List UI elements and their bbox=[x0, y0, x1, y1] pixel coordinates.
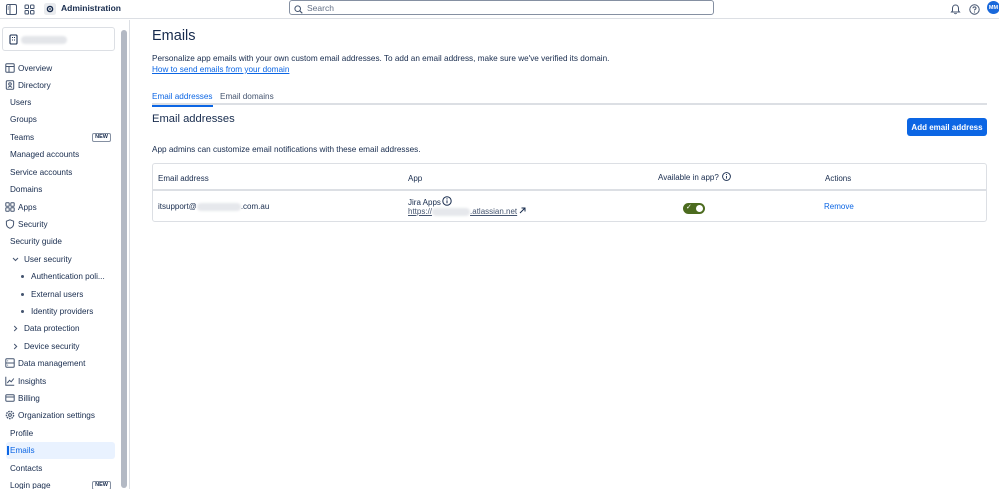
sidebar-item-contacts[interactable]: Contacts bbox=[0, 460, 115, 477]
sidebar-item-data-management[interactable]: Data management bbox=[0, 355, 115, 372]
app-title[interactable]: Administration bbox=[61, 3, 121, 13]
user-avatar[interactable]: MM bbox=[987, 1, 999, 14]
sidebar-item-teams[interactable]: Teams NEW bbox=[0, 129, 115, 146]
sidebar-item-user-security[interactable]: User security bbox=[0, 251, 115, 268]
sidebar-item-emails[interactable]: Emails bbox=[6, 442, 115, 459]
shield-icon bbox=[5, 219, 15, 229]
app-switcher-icon[interactable] bbox=[22, 2, 36, 16]
sidebar-item-insights[interactable]: Insights bbox=[0, 373, 115, 390]
org-name-redacted bbox=[21, 36, 67, 44]
sidebar-scrollbar[interactable] bbox=[121, 30, 127, 488]
sidebar-item-directory[interactable]: Directory bbox=[0, 77, 115, 94]
search-placeholder: Search bbox=[307, 3, 334, 13]
chevron-right-icon bbox=[12, 343, 19, 352]
sidebar-item-service-accounts[interactable]: Service accounts bbox=[0, 164, 115, 181]
sidebar-item-profile[interactable]: Profile bbox=[0, 425, 115, 442]
chevron-right-icon bbox=[12, 325, 19, 334]
notifications-bell-icon[interactable] bbox=[948, 2, 962, 16]
chevron-down-icon bbox=[12, 256, 19, 265]
sidebar-item-domains[interactable]: Domains bbox=[0, 181, 115, 198]
help-link[interactable]: How to send emails from your domain bbox=[152, 65, 289, 74]
section-title: Email addresses bbox=[152, 113, 235, 125]
header-available-in-app: Available in app? bbox=[658, 172, 731, 183]
redacted-text bbox=[432, 207, 471, 216]
page-title: Emails bbox=[152, 28, 196, 44]
directory-icon bbox=[5, 80, 15, 90]
remove-button[interactable]: Remove bbox=[824, 202, 854, 211]
main-content: Emails Personalize app emails with your … bbox=[131, 20, 999, 489]
new-badge: NEW bbox=[92, 133, 111, 142]
redacted-text bbox=[196, 202, 241, 211]
chart-icon bbox=[5, 376, 15, 386]
section-subtitle: App admins can customize email notificat… bbox=[152, 145, 421, 154]
sidebar-item-overview[interactable]: Overview bbox=[0, 60, 115, 77]
sidebar-item-login-page[interactable]: Login page NEW bbox=[0, 477, 115, 489]
org-switcher[interactable] bbox=[2, 27, 115, 51]
gear-icon bbox=[5, 410, 15, 420]
search-input[interactable]: Search bbox=[289, 0, 714, 15]
tab-email-domains[interactable]: Email domains bbox=[220, 92, 274, 105]
sidebar-item-data-protection[interactable]: Data protection bbox=[0, 320, 115, 337]
sidebar-item-identity-providers[interactable]: Identity providers bbox=[0, 303, 115, 320]
table-header: Email address App Available in app? Acti… bbox=[153, 164, 986, 191]
active-indicator bbox=[7, 446, 9, 455]
help-icon[interactable] bbox=[967, 2, 981, 16]
email-address-cell: itsupport@ .com.au bbox=[158, 202, 270, 211]
top-navigation-bar: Administration Search MM bbox=[0, 0, 999, 19]
available-in-app-toggle[interactable]: ✓ bbox=[683, 203, 705, 214]
checkmark-icon: ✓ bbox=[686, 204, 692, 211]
header-actions: Actions bbox=[825, 174, 852, 183]
sidebar: Overview Directory Users Groups Teams NE… bbox=[0, 20, 130, 489]
add-email-address-button[interactable]: Add email address bbox=[907, 118, 987, 136]
tab-email-addresses[interactable]: Email addresses bbox=[152, 92, 213, 107]
apps-icon bbox=[5, 202, 15, 212]
building-icon bbox=[9, 34, 18, 48]
sidebar-item-billing[interactable]: Billing bbox=[0, 390, 115, 407]
external-link-icon bbox=[519, 207, 526, 216]
sidebar-item-security[interactable]: Security bbox=[0, 216, 115, 233]
admin-logo-icon[interactable] bbox=[43, 2, 57, 16]
tab-bar: Email addresses Email domains bbox=[152, 90, 987, 107]
bullet-icon bbox=[21, 293, 24, 296]
email-addresses-table: Email address App Available in app? Acti… bbox=[152, 163, 987, 222]
billing-icon bbox=[5, 393, 15, 403]
app-url-link[interactable]: https://.atlassian.net bbox=[408, 207, 526, 216]
bullet-icon bbox=[21, 275, 24, 278]
header-email-address: Email address bbox=[158, 174, 209, 183]
sidebar-toggle-icon[interactable] bbox=[4, 2, 18, 16]
info-icon[interactable] bbox=[721, 172, 731, 183]
toggle-knob bbox=[696, 205, 703, 212]
overview-icon bbox=[5, 63, 15, 73]
search-icon bbox=[294, 3, 303, 17]
sidebar-item-external-users[interactable]: External users bbox=[0, 286, 115, 303]
sidebar-item-groups[interactable]: Groups bbox=[0, 111, 115, 128]
header-app: App bbox=[408, 174, 423, 183]
bullet-icon bbox=[21, 310, 24, 313]
new-badge: NEW bbox=[92, 481, 111, 489]
sidebar-item-apps[interactable]: Apps bbox=[0, 199, 115, 216]
sidebar-item-security-guide[interactable]: Security guide bbox=[0, 233, 115, 250]
sidebar-item-authentication-policies[interactable]: Authentication poli... bbox=[0, 268, 115, 285]
sidebar-item-device-security[interactable]: Device security bbox=[0, 338, 115, 355]
database-icon bbox=[5, 358, 15, 368]
sidebar-item-organization-settings[interactable]: Organization settings bbox=[0, 407, 115, 424]
sidebar-item-users[interactable]: Users bbox=[0, 94, 115, 111]
page-description: Personalize app emails with your own cus… bbox=[152, 54, 610, 63]
sidebar-item-managed-accounts[interactable]: Managed accounts bbox=[0, 146, 115, 163]
